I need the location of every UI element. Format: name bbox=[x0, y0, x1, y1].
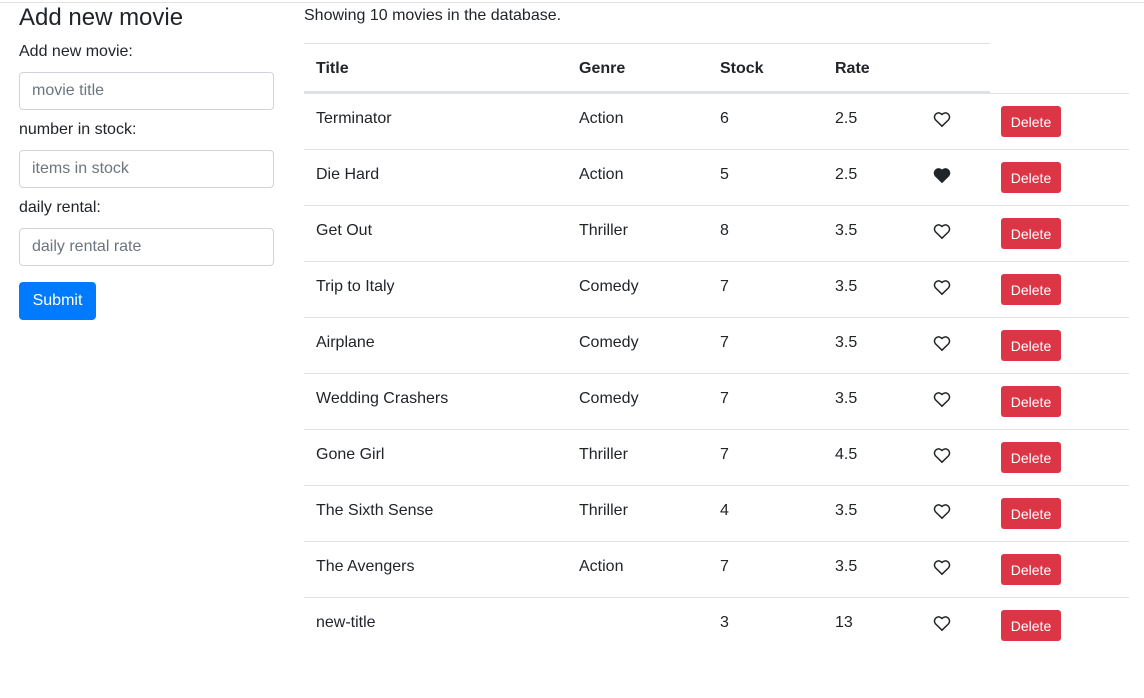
delete-button[interactable]: Delete bbox=[1001, 610, 1061, 641]
movie-stock: 7 bbox=[720, 278, 729, 295]
stock-label: number in stock: bbox=[19, 121, 137, 138]
rate-label: daily rental: bbox=[19, 199, 101, 216]
delete-button[interactable]: Delete bbox=[1001, 498, 1061, 529]
movie-stock: 8 bbox=[720, 222, 729, 239]
movie-title: Terminator bbox=[316, 110, 392, 127]
movie-title: Gone Girl bbox=[316, 446, 385, 463]
table-row: Wedding Crashers Comedy 7 3.5 Delete bbox=[304, 373, 1129, 429]
table-row: Gone Girl Thriller 7 4.5 Delete bbox=[304, 429, 1129, 485]
heart-outline-icon[interactable] bbox=[933, 447, 951, 463]
movie-rate: 3.5 bbox=[835, 222, 858, 239]
delete-button[interactable]: Delete bbox=[1001, 106, 1061, 137]
heart-filled-icon[interactable] bbox=[933, 167, 951, 183]
movie-stock: 4 bbox=[720, 502, 729, 519]
movie-stock: 7 bbox=[720, 334, 729, 351]
movie-title: The Sixth Sense bbox=[316, 502, 434, 519]
movies-table: Title Genre Stock Rate Terminator Action 6… bbox=[304, 43, 1129, 653]
delete-button[interactable]: Delete bbox=[1001, 442, 1061, 473]
movie-rate: 3.5 bbox=[835, 390, 858, 407]
movie-genre: Comedy bbox=[579, 278, 639, 295]
form-heading: Add new movie bbox=[19, 4, 184, 31]
top-divider bbox=[0, 2, 1144, 3]
heart-outline-icon[interactable] bbox=[933, 503, 951, 519]
movie-title: new-title bbox=[316, 614, 376, 631]
movie-genre: Thriller bbox=[579, 446, 628, 463]
movie-count-summary: Showing 10 movies in the database. bbox=[304, 7, 562, 24]
heart-outline-icon[interactable] bbox=[933, 559, 951, 575]
movie-genre: Action bbox=[579, 166, 624, 183]
column-header-stock[interactable]: Stock bbox=[720, 59, 764, 79]
column-header-genre[interactable]: Genre bbox=[579, 59, 625, 79]
table-row: The Avengers Action 7 3.5 Delete bbox=[304, 541, 1129, 597]
table-row: Trip to Italy Comedy 7 3.5 Delete bbox=[304, 261, 1129, 317]
movie-stock: 5 bbox=[720, 166, 729, 183]
table-row: Get Out Thriller 8 3.5 Delete bbox=[304, 205, 1129, 261]
movie-title: Trip to Italy bbox=[316, 278, 395, 295]
table-row: The Sixth Sense Thriller 4 3.5 Delete bbox=[304, 485, 1129, 541]
column-header-title[interactable]: Title bbox=[316, 59, 349, 79]
movie-stock: 6 bbox=[720, 110, 729, 127]
table-body: Terminator Action 6 2.5 Delete Die Hard Action… bbox=[304, 93, 1129, 653]
movie-rate: 3.5 bbox=[835, 334, 858, 351]
movie-rate: 3.5 bbox=[835, 558, 858, 575]
movie-stock: 3 bbox=[720, 614, 729, 631]
delete-button[interactable]: Delete bbox=[1001, 274, 1061, 305]
heart-outline-icon[interactable] bbox=[933, 223, 951, 239]
movie-title: Die Hard bbox=[316, 166, 380, 183]
movie-title: Airplane bbox=[316, 334, 375, 351]
movie-title: Get Out bbox=[316, 222, 373, 239]
table-row: Terminator Action 6 2.5 Delete bbox=[304, 93, 1129, 149]
movie-title: Wedding Crashers bbox=[316, 390, 449, 407]
movie-rate: 2.5 bbox=[835, 166, 858, 183]
heart-outline-icon[interactable] bbox=[933, 615, 951, 631]
movie-genre: Action bbox=[579, 110, 624, 127]
movie-genre: Thriller bbox=[579, 222, 628, 239]
heart-outline-icon[interactable] bbox=[933, 391, 951, 407]
movie-rate: 2.5 bbox=[835, 110, 858, 127]
title-input[interactable] bbox=[19, 72, 274, 110]
delete-button[interactable]: Delete bbox=[1001, 386, 1061, 417]
movie-rate: 3.5 bbox=[835, 278, 858, 295]
delete-button[interactable]: Delete bbox=[1001, 554, 1061, 585]
delete-button[interactable]: Delete bbox=[1001, 162, 1061, 193]
movie-genre: Thriller bbox=[579, 502, 628, 519]
movie-rate: 4.5 bbox=[835, 446, 858, 463]
movie-stock: 7 bbox=[720, 558, 729, 575]
table-row: Die Hard Action 5 2.5 Delete bbox=[304, 149, 1129, 205]
movie-genre: Action bbox=[579, 558, 624, 575]
table-row: Airplane Comedy 7 3.5 Delete bbox=[304, 317, 1129, 373]
movie-title: The Avengers bbox=[316, 558, 415, 575]
movie-rate: 13 bbox=[835, 614, 853, 631]
movie-stock: 7 bbox=[720, 390, 729, 407]
delete-button[interactable]: Delete bbox=[1001, 218, 1061, 249]
title-label: Add new movie: bbox=[19, 43, 133, 60]
movie-genre: Comedy bbox=[579, 390, 639, 407]
stock-input[interactable] bbox=[19, 150, 274, 188]
rate-input[interactable] bbox=[19, 228, 274, 266]
table-header: Title Genre Stock Rate bbox=[304, 43, 990, 93]
column-header-rate[interactable]: Rate bbox=[835, 59, 870, 79]
heart-outline-icon[interactable] bbox=[933, 335, 951, 351]
movie-genre: Comedy bbox=[579, 334, 639, 351]
movie-rate: 3.5 bbox=[835, 502, 858, 519]
movie-stock: 7 bbox=[720, 446, 729, 463]
table-row: new-title 3 13 Delete bbox=[304, 597, 1129, 653]
submit-button[interactable]: Submit bbox=[19, 282, 96, 320]
heart-outline-icon[interactable] bbox=[933, 111, 951, 127]
delete-button[interactable]: Delete bbox=[1001, 330, 1061, 361]
heart-outline-icon[interactable] bbox=[933, 279, 951, 295]
